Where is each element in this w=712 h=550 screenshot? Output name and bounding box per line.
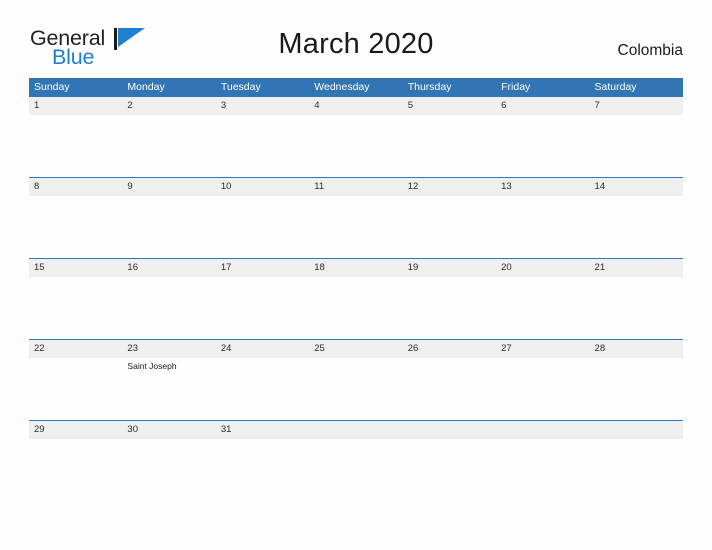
week-row: 15 16 17 18 19 20 21 bbox=[29, 258, 683, 339]
day-event bbox=[496, 439, 589, 442]
day-number-band: 1 2 3 4 5 6 7 bbox=[29, 97, 683, 115]
day-number-empty bbox=[590, 421, 683, 439]
day-number[interactable]: 4 bbox=[309, 97, 402, 115]
day-number[interactable]: 30 bbox=[122, 421, 215, 439]
day-event bbox=[216, 115, 309, 118]
day-number[interactable]: 13 bbox=[496, 178, 589, 196]
day-event bbox=[309, 277, 402, 280]
day-event bbox=[29, 196, 122, 199]
day-number[interactable]: 24 bbox=[216, 340, 309, 358]
day-number[interactable]: 16 bbox=[122, 259, 215, 277]
day-event bbox=[590, 277, 683, 280]
day-number[interactable]: 14 bbox=[590, 178, 683, 196]
weekday-header-sunday: Sunday bbox=[34, 81, 70, 93]
day-event bbox=[309, 358, 402, 372]
day-event bbox=[122, 277, 215, 280]
day-event bbox=[403, 277, 496, 280]
day-event bbox=[496, 115, 589, 118]
day-event bbox=[403, 439, 496, 442]
week-row: 8 9 10 11 12 13 14 bbox=[29, 177, 683, 258]
day-number-empty bbox=[309, 421, 402, 439]
day-event bbox=[496, 358, 589, 372]
day-event bbox=[496, 277, 589, 280]
day-event-band bbox=[29, 196, 683, 199]
day-event-band bbox=[29, 439, 683, 442]
day-number[interactable]: 8 bbox=[29, 178, 122, 196]
day-number[interactable]: 23 bbox=[122, 340, 215, 358]
day-number[interactable]: 10 bbox=[216, 178, 309, 196]
day-number[interactable]: 3 bbox=[216, 97, 309, 115]
day-event bbox=[29, 277, 122, 280]
day-number[interactable]: 6 bbox=[496, 97, 589, 115]
day-event bbox=[309, 439, 402, 442]
day-event bbox=[29, 115, 122, 118]
day-event bbox=[590, 439, 683, 442]
day-event bbox=[216, 439, 309, 442]
day-number-band: 29 30 31 bbox=[29, 421, 683, 439]
country-label: Colombia bbox=[617, 42, 683, 59]
day-number[interactable]: 17 bbox=[216, 259, 309, 277]
day-number[interactable]: 28 bbox=[590, 340, 683, 358]
day-number[interactable]: 25 bbox=[309, 340, 402, 358]
day-number[interactable]: 26 bbox=[403, 340, 496, 358]
day-event bbox=[403, 358, 496, 372]
day-number[interactable]: 9 bbox=[122, 178, 215, 196]
week-row: 22 23 24 25 26 27 28 Saint Joseph bbox=[29, 339, 683, 420]
day-event bbox=[122, 196, 215, 199]
day-event bbox=[216, 277, 309, 280]
day-number-band: 8 9 10 11 12 13 14 bbox=[29, 178, 683, 196]
day-event bbox=[122, 439, 215, 442]
day-number[interactable]: 21 bbox=[590, 259, 683, 277]
day-number[interactable]: 12 bbox=[403, 178, 496, 196]
day-event bbox=[403, 115, 496, 118]
day-number[interactable]: 11 bbox=[309, 178, 402, 196]
day-event bbox=[122, 115, 215, 118]
day-event bbox=[590, 115, 683, 118]
weekday-header-thursday: Thursday bbox=[407, 81, 452, 93]
weekday-header-row: Sunday Monday Tuesday Wednesday Thursday… bbox=[29, 78, 683, 96]
weekday-header-friday: Friday bbox=[501, 81, 531, 93]
weekday-header-saturday: Saturday bbox=[594, 81, 637, 93]
day-number[interactable]: 20 bbox=[496, 259, 589, 277]
day-event bbox=[403, 196, 496, 199]
day-event-band: Saint Joseph bbox=[29, 358, 683, 372]
day-number-band: 15 16 17 18 19 20 21 bbox=[29, 259, 683, 277]
page-header: General Blue March 2020 Colombia bbox=[0, 0, 712, 69]
day-number-empty bbox=[496, 421, 589, 439]
calendar-grid: Sunday Monday Tuesday Wednesday Thursday… bbox=[29, 78, 683, 476]
day-number[interactable]: 1 bbox=[29, 97, 122, 115]
week-row: 1 2 3 4 5 6 7 bbox=[29, 96, 683, 177]
day-number[interactable]: 27 bbox=[496, 340, 589, 358]
day-event bbox=[216, 358, 309, 372]
day-event bbox=[590, 196, 683, 199]
day-event bbox=[496, 196, 589, 199]
day-number[interactable]: 22 bbox=[29, 340, 122, 358]
day-number[interactable]: 15 bbox=[29, 259, 122, 277]
weekday-header-monday: Monday bbox=[127, 81, 165, 93]
day-number-empty bbox=[403, 421, 496, 439]
day-event bbox=[29, 439, 122, 442]
weekday-header-wednesday: Wednesday bbox=[314, 81, 370, 93]
day-event bbox=[29, 358, 122, 372]
day-event bbox=[309, 196, 402, 199]
day-number[interactable]: 31 bbox=[216, 421, 309, 439]
day-event bbox=[590, 358, 683, 372]
weekday-header-tuesday: Tuesday bbox=[220, 81, 261, 93]
day-event-band bbox=[29, 277, 683, 280]
day-number[interactable]: 29 bbox=[29, 421, 122, 439]
holiday-saint-joseph: Saint Joseph bbox=[127, 361, 177, 371]
day-number[interactable]: 5 bbox=[403, 97, 496, 115]
day-number[interactable]: 7 bbox=[590, 97, 683, 115]
day-event bbox=[216, 196, 309, 199]
day-number[interactable]: 2 bbox=[122, 97, 215, 115]
day-number[interactable]: 19 bbox=[403, 259, 496, 277]
calendar-page: General Blue March 2020 Colombia Sunday … bbox=[0, 0, 712, 550]
week-row: 29 30 31 bbox=[29, 420, 683, 476]
day-number[interactable]: 18 bbox=[309, 259, 402, 277]
page-title: March 2020 bbox=[278, 28, 434, 60]
day-number-band: 22 23 24 25 26 27 28 bbox=[29, 340, 683, 358]
day-event-band bbox=[29, 115, 683, 118]
day-event bbox=[309, 115, 402, 118]
